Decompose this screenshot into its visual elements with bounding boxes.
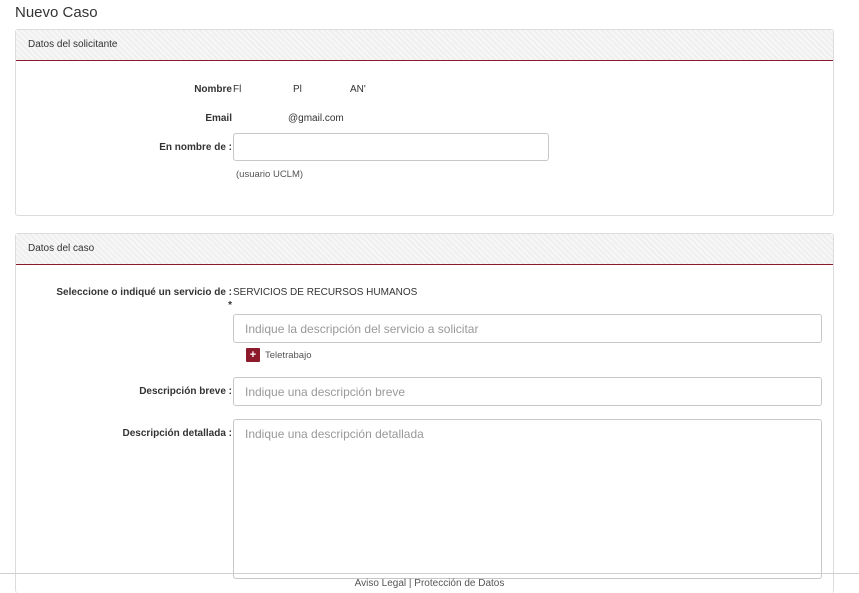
on-behalf-label: En nombre de : bbox=[159, 142, 232, 153]
plus-icon[interactable]: + bbox=[246, 348, 260, 362]
page-title: Nuevo Caso bbox=[15, 4, 98, 21]
email-value: @gmail.com bbox=[288, 113, 344, 124]
name-part-1: Fl bbox=[233, 84, 242, 95]
email-label: Email bbox=[205, 113, 232, 124]
service-label: Seleccione o indiqué un servicio de : bbox=[56, 287, 232, 298]
teletrabajo-tag-label: Teletrabajo bbox=[265, 349, 312, 361]
short-description-input[interactable] bbox=[233, 377, 822, 406]
name-part-2: Pl bbox=[293, 84, 302, 95]
on-behalf-input[interactable] bbox=[233, 133, 549, 161]
long-description-label: Descripción detallada : bbox=[122, 428, 232, 439]
service-value: SERVICIOS DE RECURSOS HUMANOS bbox=[233, 287, 418, 298]
requester-panel-header: Datos del solicitante bbox=[16, 30, 833, 61]
required-mark: * bbox=[228, 300, 232, 311]
footer-divider bbox=[0, 573, 859, 574]
service-description-input[interactable] bbox=[233, 314, 822, 343]
requester-panel: Datos del solicitante bbox=[15, 29, 834, 216]
name-part-3: AN' bbox=[350, 84, 366, 95]
long-description-textarea[interactable] bbox=[233, 419, 822, 579]
teletrabajo-tag[interactable]: + Teletrabajo bbox=[246, 348, 311, 362]
name-label: Nombre bbox=[194, 84, 232, 95]
case-panel-header: Datos del caso bbox=[16, 234, 833, 265]
short-description-label: Descripción breve : bbox=[139, 386, 232, 397]
footer-links[interactable]: Aviso Legal | Protección de Datos bbox=[0, 578, 859, 589]
on-behalf-hint: (usuario UCLM) bbox=[236, 169, 304, 180]
